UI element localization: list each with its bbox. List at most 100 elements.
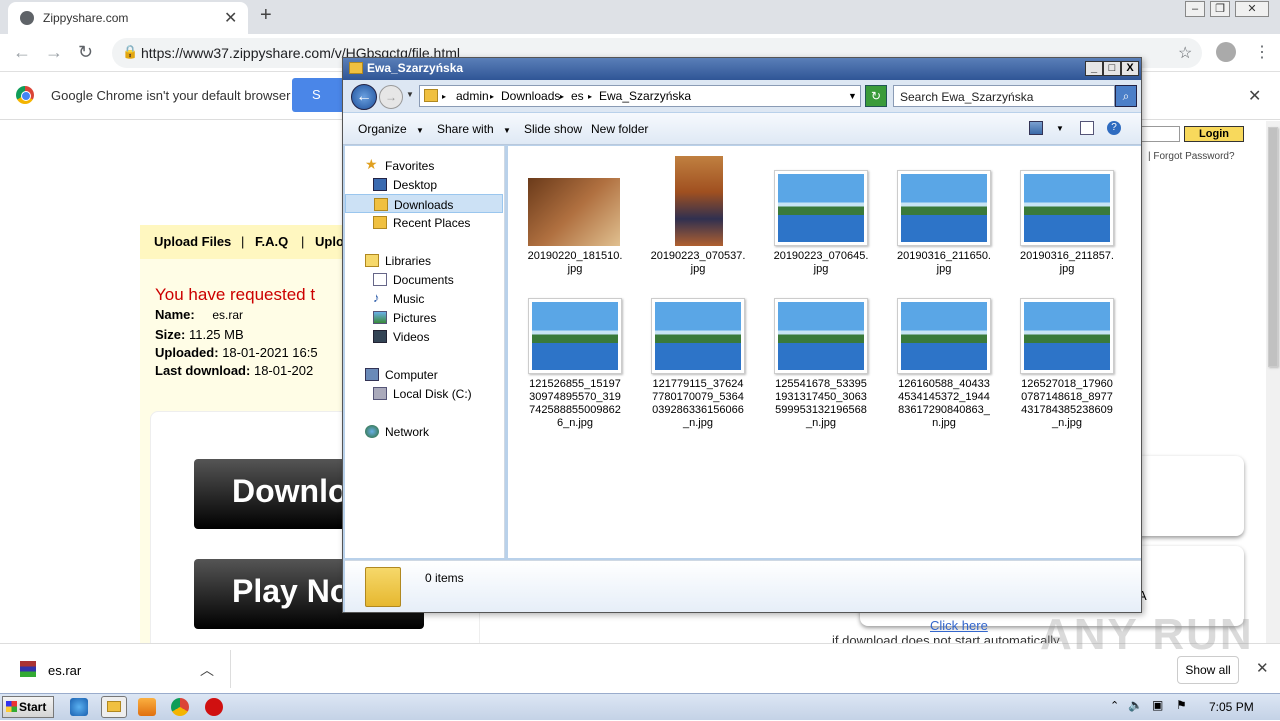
nav-documents[interactable]: Documents — [345, 270, 503, 289]
profile-avatar[interactable] — [1216, 42, 1236, 62]
crumb-arrow-icon[interactable]: ▸ — [442, 92, 446, 101]
address-path[interactable]: ▸ admin ▸ Downloads ▸ es ▸ Ewa_Szarzyńsk… — [419, 85, 861, 107]
file-name-line: 121526855_15197 — [529, 378, 621, 390]
minimize-button[interactable]: – — [1185, 1, 1205, 17]
file-item[interactable]: 121779115_37624 7780170079_5364 0392863361… — [643, 284, 753, 430]
auto-download-text: if download does not start automatically — [832, 633, 1060, 643]
close-window-button[interactable]: ✕ — [1235, 1, 1269, 17]
menu-faq[interactable]: F.A.Q — [255, 234, 288, 249]
file-item[interactable]: 126527018_17960 0787148618_8977 4317843852… — [1012, 284, 1122, 430]
file-item[interactable]: 125541678_53395 1931317450_3063 5999531321… — [766, 284, 876, 430]
address-dropdown-icon[interactable]: ▼ — [848, 91, 857, 101]
explorer-titlebar[interactable]: Ewa_Szarzyńska _ □ X — [343, 58, 1141, 80]
crumb-es[interactable]: es — [571, 89, 584, 103]
crumb-downloads[interactable]: Downloads — [501, 89, 560, 103]
new-tab-button[interactable]: + — [260, 4, 272, 27]
explorer-close-button[interactable]: X — [1121, 61, 1139, 76]
file-name-label: 126160588_40433 4534145372_1944 8361729084… — [889, 378, 999, 430]
back-icon[interactable]: ← — [13, 42, 31, 63]
folder-large-icon — [365, 567, 401, 607]
reload-icon[interactable]: ↻ — [78, 42, 93, 63]
file-item[interactable]: 20190316_211650. jpg — [889, 156, 999, 276]
crumb-arrow-icon[interactable]: ▸ — [560, 92, 564, 101]
password-field[interactable] — [1140, 126, 1180, 142]
explorer-maximize-button[interactable]: □ — [1103, 61, 1121, 76]
nav-downloads-label: Downloads — [394, 198, 454, 212]
file-item[interactable]: 121526855_15197 30974895570_319 7425888550… — [520, 284, 630, 430]
file-item[interactable]: 20190220_181510. jpg — [520, 156, 630, 276]
scrollbar-thumb[interactable] — [1268, 127, 1278, 367]
antivirus-icon[interactable] — [205, 698, 223, 716]
infobar-close-icon[interactable]: ✕ — [1248, 86, 1261, 106]
forward-icon[interactable]: → — [45, 42, 63, 63]
browser-tab[interactable]: Zippyshare.com ✕ — [8, 2, 248, 34]
page-scrollbar[interactable] — [1266, 121, 1280, 643]
recent-pages-icon[interactable]: ▼ — [406, 90, 414, 99]
click-here-link[interactable]: Click here — [930, 618, 988, 633]
crumb-folder[interactable]: Ewa_Szarzyńska — [599, 89, 691, 103]
close-tab-icon[interactable]: ✕ — [224, 8, 237, 28]
file-item[interactable]: 126160588_40433 4534145372_1944 8361729084… — [889, 284, 999, 430]
network-icon[interactable]: ▣ — [1152, 698, 1163, 712]
help-icon[interactable]: ? — [1107, 121, 1121, 135]
new-folder-button[interactable]: New folder — [591, 122, 648, 136]
nav-videos[interactable]: Videos — [345, 327, 503, 346]
nav-local-disk[interactable]: Local Disk (C:) — [345, 384, 503, 403]
preview-pane-icon[interactable] — [1080, 121, 1094, 135]
star-icon: ★ — [365, 156, 378, 172]
menu-kebab-icon[interactable]: ⋮ — [1254, 42, 1270, 62]
clock[interactable]: 7:05 PM — [1209, 700, 1254, 714]
file-name-line: 742588855009862 — [529, 404, 621, 416]
start-button[interactable]: Start — [2, 696, 54, 718]
nav-music[interactable]: ♪ Music — [345, 289, 503, 308]
bookmark-star-icon[interactable]: ☆ — [1178, 43, 1192, 63]
forward-button[interactable]: → — [379, 85, 403, 109]
download-file-name[interactable]: es.rar — [48, 663, 81, 678]
file-item[interactable]: 20190223_070537. jpg — [643, 156, 753, 276]
forgot-password-link[interactable]: | Forgot Password? — [1148, 151, 1235, 162]
tray-expand-icon[interactable]: ⌃ — [1110, 699, 1119, 712]
search-input[interactable]: Search Ewa_Szarzyńska — [893, 85, 1115, 107]
maximize-button[interactable]: ❐ — [1210, 1, 1230, 17]
file-name-line: 126527018_17960 — [1021, 378, 1113, 390]
show-all-button[interactable]: Show all — [1177, 656, 1239, 684]
chevron-up-icon[interactable]: ︿ — [200, 660, 214, 680]
change-view-icon[interactable] — [1029, 121, 1043, 135]
view-dropdown-icon[interactable]: ▼ — [1056, 124, 1064, 133]
organize-menu[interactable]: Organize ▼ — [358, 122, 424, 136]
media-player-icon[interactable] — [138, 698, 156, 716]
image-thumbnail-icon — [774, 298, 868, 374]
crumb-arrow-icon[interactable]: ▸ — [490, 92, 494, 101]
refresh-button[interactable]: ↻ — [865, 85, 887, 107]
nav-favorites[interactable]: ★ Favorites — [345, 156, 503, 175]
crumb-admin[interactable]: admin — [456, 89, 489, 103]
back-button[interactable]: ← — [351, 84, 377, 110]
menu-upload-files[interactable]: Upload Files — [154, 234, 231, 249]
explorer-taskbar-button[interactable] — [101, 696, 127, 718]
start-label: Start — [19, 700, 47, 714]
file-item[interactable]: 20190223_070645. jpg — [766, 156, 876, 276]
search-icon[interactable]: ⌕ — [1115, 85, 1137, 107]
login-button[interactable]: Login — [1184, 126, 1244, 142]
menu-upload[interactable]: Uplo — [315, 234, 344, 249]
chrome-taskbar-icon[interactable] — [171, 698, 189, 716]
file-name-line: jpg — [813, 263, 829, 275]
file-item[interactable]: 20190316_211857. jpg — [1012, 156, 1122, 276]
volume-icon[interactable]: 🔈 — [1128, 698, 1143, 712]
close-shelf-icon[interactable]: ✕ — [1256, 659, 1269, 677]
action-center-flag-icon[interactable]: ⚑ — [1176, 698, 1187, 712]
slide-show-button[interactable]: Slide show — [524, 122, 582, 136]
nav-libraries[interactable]: Libraries — [345, 251, 503, 270]
share-with-menu[interactable]: Share with ▼ — [437, 122, 511, 136]
nav-pictures[interactable]: Pictures — [345, 308, 503, 327]
explorer-minimize-button[interactable]: _ — [1085, 61, 1103, 76]
nav-recent-places[interactable]: Recent Places — [345, 213, 503, 232]
nav-computer[interactable]: Computer — [345, 365, 503, 384]
nav-desktop[interactable]: Desktop — [345, 175, 503, 194]
nav-downloads[interactable]: Downloads — [345, 194, 503, 213]
nav-network[interactable]: Network — [345, 422, 503, 441]
ie-icon[interactable] — [70, 698, 88, 716]
download-button-label: Downlo — [232, 473, 348, 509]
crumb-arrow-icon[interactable]: ▸ — [588, 92, 592, 101]
explorer-title: Ewa_Szarzyńska — [367, 61, 464, 75]
